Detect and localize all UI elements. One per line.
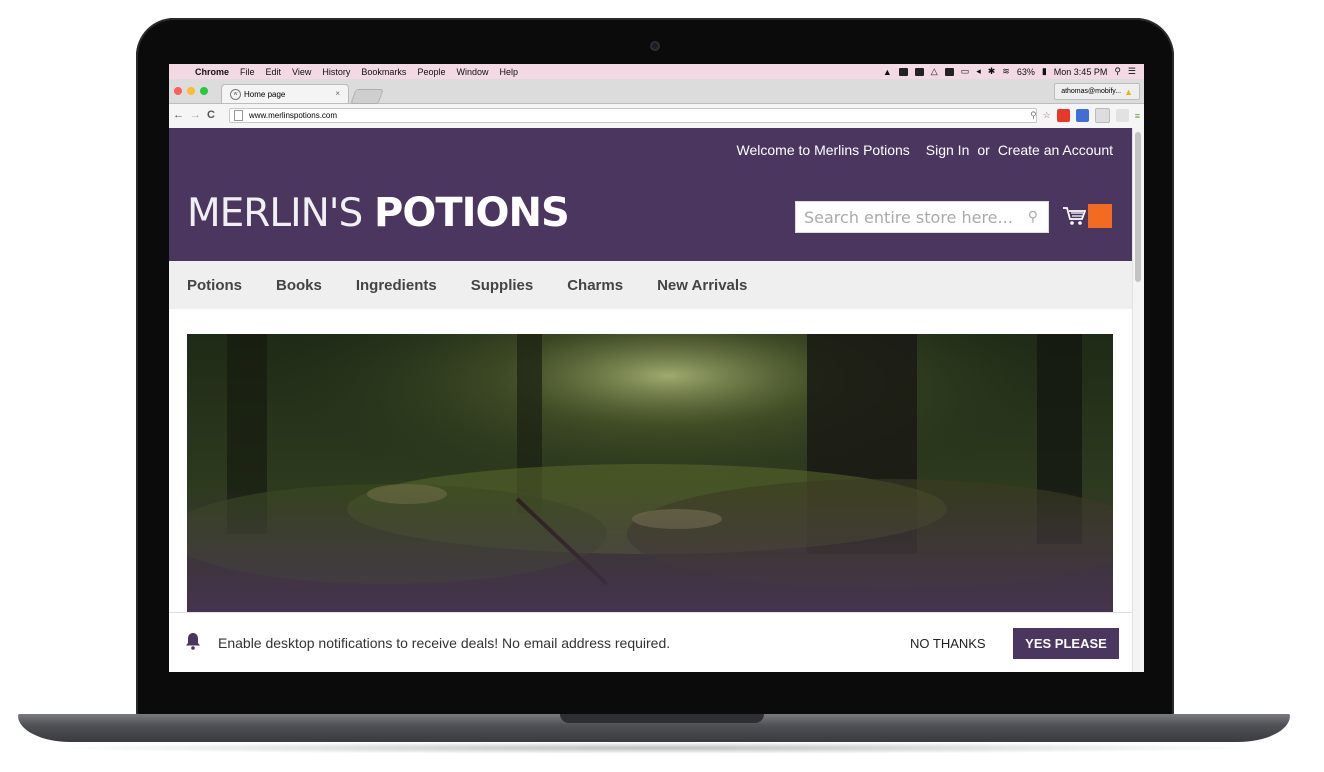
no-thanks-button[interactable]: NO THANKS bbox=[910, 636, 986, 651]
browser-toolbar: ← → C www.merlinspotions.com ⚲ ☆ ≡ bbox=[169, 104, 1144, 129]
laptop-shadow bbox=[40, 742, 1268, 754]
menu-history[interactable]: History bbox=[322, 67, 350, 77]
graduation-cap-icon[interactable]: ▲ bbox=[883, 67, 892, 77]
nav-ingredients[interactable]: Ingredients bbox=[356, 277, 437, 294]
extension-drive-icon[interactable] bbox=[1115, 109, 1129, 122]
site-logo[interactable]: MERLIN'S POTIONS bbox=[187, 190, 570, 236]
create-account-link[interactable]: Create an Account bbox=[998, 142, 1113, 158]
profile-button[interactable]: athomas@mobify... ▲ bbox=[1054, 83, 1140, 100]
cart-icon[interactable] bbox=[1062, 204, 1086, 228]
laptop-screen: Chrome File Edit View History Bookmarks … bbox=[169, 64, 1144, 672]
menu-help[interactable]: Help bbox=[499, 67, 518, 77]
nav-new-arrivals[interactable]: New Arrivals bbox=[657, 277, 747, 294]
sign-in-link[interactable]: Sign In bbox=[926, 142, 970, 158]
header-links: Welcome to Merlins Potions Sign In or Cr… bbox=[737, 142, 1113, 158]
search-input[interactable] bbox=[796, 202, 1016, 232]
url-text: www.merlinspotions.com bbox=[249, 111, 338, 120]
site-header: Welcome to Merlins Potions Sign In or Cr… bbox=[169, 128, 1133, 261]
nav-charms[interactable]: Charms bbox=[567, 277, 623, 294]
yes-please-button[interactable]: YES PLEASE bbox=[1013, 628, 1119, 659]
bookmark-star-icon[interactable]: ☆ bbox=[1043, 110, 1051, 121]
maximize-window-icon[interactable] bbox=[200, 87, 208, 95]
address-bar[interactable]: www.merlinspotions.com bbox=[229, 108, 1037, 123]
scrollbar-thumb[interactable] bbox=[1135, 132, 1141, 282]
main-navigation: Potions Books Ingredients Supplies Charm… bbox=[169, 261, 1133, 309]
favicon-icon: w bbox=[230, 88, 241, 100]
minimize-window-icon[interactable] bbox=[187, 87, 195, 95]
battery-percent[interactable]: 63% bbox=[1017, 67, 1035, 77]
bell-icon bbox=[186, 633, 200, 650]
camera-icon bbox=[650, 41, 660, 51]
status-icon-2[interactable] bbox=[914, 67, 924, 76]
cart-count-badge[interactable] bbox=[1088, 204, 1112, 228]
menu-edit[interactable]: Edit bbox=[266, 67, 282, 77]
nav-potions[interactable]: Potions bbox=[187, 277, 242, 294]
drive-icon[interactable]: △ bbox=[931, 66, 938, 77]
page-icon bbox=[234, 110, 243, 121]
forward-icon[interactable]: → bbox=[190, 109, 201, 121]
search-icon[interactable]: ⚲ bbox=[1028, 208, 1038, 225]
or-text: or bbox=[977, 142, 990, 158]
extension-screen-icon[interactable] bbox=[1075, 109, 1089, 122]
mac-menubar: Chrome File Edit View History Bookmarks … bbox=[169, 64, 1144, 79]
laptop-notch bbox=[560, 714, 764, 723]
bluetooth-icon[interactable]: ✱ bbox=[988, 66, 996, 77]
menu-app-name[interactable]: Chrome bbox=[195, 67, 229, 77]
tab-title: Home page bbox=[244, 89, 286, 99]
page-scrollbar[interactable] bbox=[1132, 128, 1144, 672]
menu-file[interactable]: File bbox=[240, 67, 255, 77]
notification-message: Enable desktop notifications to receive … bbox=[218, 635, 671, 651]
menu-window[interactable]: Window bbox=[456, 67, 488, 77]
back-icon[interactable]: ← bbox=[173, 109, 184, 121]
logo-bold-text: POTIONS bbox=[374, 190, 570, 236]
wifi-icon[interactable]: ≋ bbox=[1002, 66, 1010, 77]
notification-center-icon[interactable]: ☰ bbox=[1128, 66, 1136, 77]
new-tab-button[interactable] bbox=[350, 89, 384, 104]
tab-home-page[interactable]: w Home page × bbox=[221, 84, 349, 103]
close-window-icon[interactable] bbox=[174, 87, 182, 95]
zoom-icon[interactable]: ⚲ bbox=[1030, 110, 1037, 121]
evernote-icon[interactable] bbox=[944, 67, 954, 76]
welcome-text: Welcome to Merlins Potions bbox=[736, 142, 910, 158]
menu-view[interactable]: View bbox=[292, 67, 311, 77]
menu-people[interactable]: People bbox=[417, 67, 445, 77]
search-box: ⚲ bbox=[795, 201, 1049, 233]
volume-icon[interactable]: ◂ bbox=[976, 66, 981, 77]
spotlight-icon[interactable]: ⚲ bbox=[1114, 66, 1121, 77]
menu-bookmarks[interactable]: Bookmarks bbox=[361, 67, 406, 77]
nav-supplies[interactable]: Supplies bbox=[471, 277, 534, 294]
browser-tab-bar: w Home page × athomas@mobify... ▲ bbox=[169, 79, 1144, 104]
battery-icon[interactable]: ▮ bbox=[1042, 66, 1047, 77]
warning-icon: ▲ bbox=[1124, 86, 1133, 97]
profile-label: athomas@mobify... bbox=[1061, 88, 1122, 95]
extension-g-icon[interactable] bbox=[1094, 108, 1110, 123]
logo-light-text: MERLIN'S bbox=[187, 191, 363, 236]
nav-books[interactable]: Books bbox=[276, 277, 322, 294]
reload-icon[interactable]: C bbox=[207, 109, 215, 121]
notification-bar: Enable desktop notifications to receive … bbox=[169, 612, 1133, 672]
chrome-menu-icon[interactable]: ≡ bbox=[1135, 111, 1140, 121]
status-icon-1[interactable] bbox=[898, 67, 908, 76]
window-controls bbox=[174, 87, 208, 95]
hero-forest-image[interactable] bbox=[187, 334, 1113, 612]
close-tab-icon[interactable]: × bbox=[335, 89, 340, 98]
airplay-icon[interactable]: ▭ bbox=[961, 66, 970, 77]
extension-lastpass-icon[interactable] bbox=[1056, 109, 1070, 122]
clock[interactable]: Mon 3:45 PM bbox=[1054, 67, 1108, 77]
